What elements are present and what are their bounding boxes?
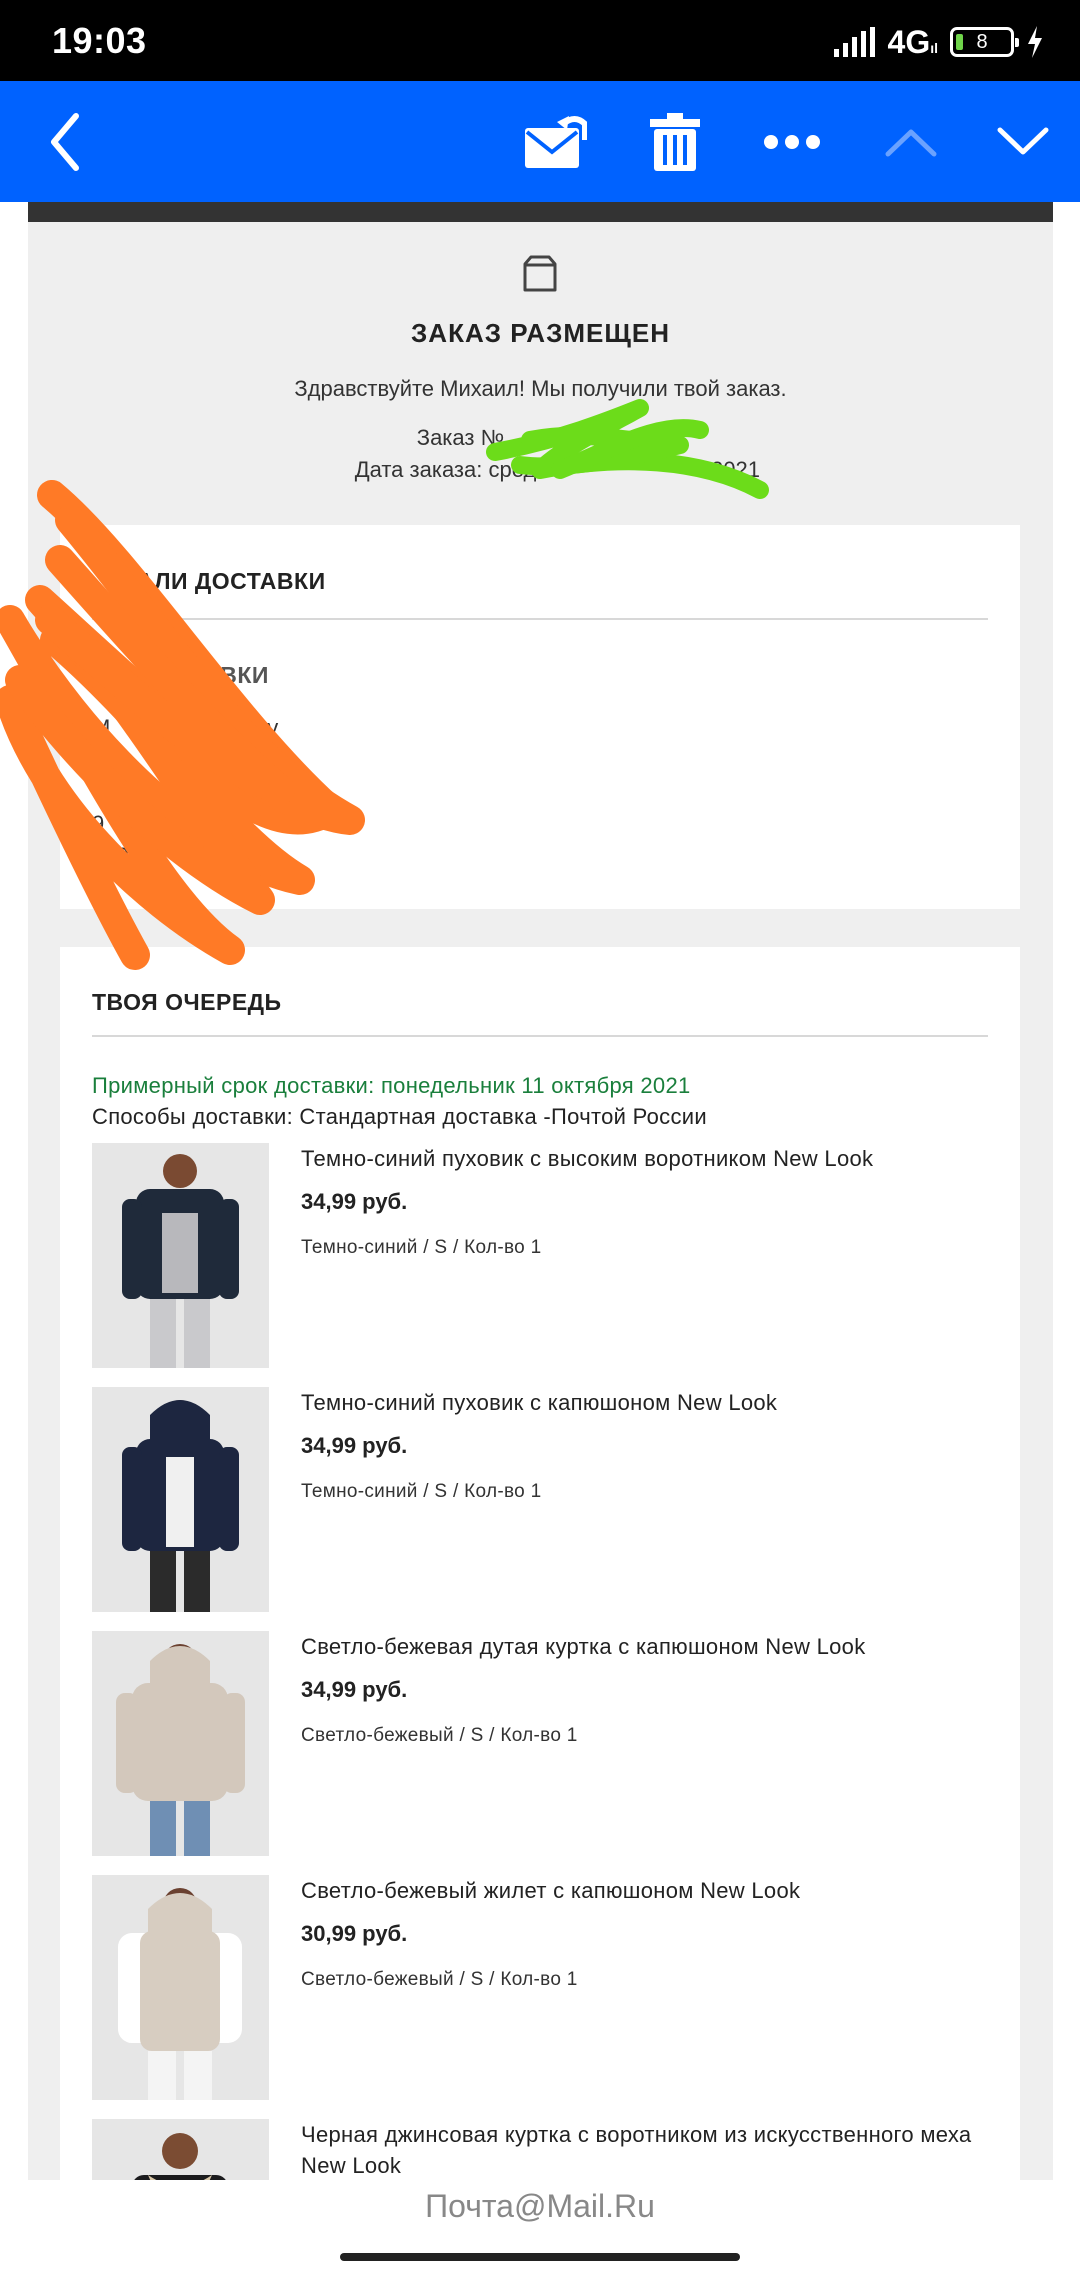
battery-icon: 8 — [950, 27, 1019, 57]
recipient-name-end: ov — [255, 715, 279, 740]
product-name[interactable]: Светло-бежевая дутая куртка с капюшоном … — [301, 1631, 991, 1662]
package-icon — [523, 255, 557, 292]
product-price: 34,99 руб. — [301, 1433, 408, 1458]
address-line: 9 — [92, 811, 105, 836]
product-price: 34,99 руб. — [301, 1677, 408, 1702]
more-dots-icon — [764, 134, 820, 149]
back-button[interactable] — [30, 81, 100, 202]
product-name[interactable]: Черная джинсовая куртка с воротником из … — [301, 2119, 991, 2180]
status-time: 19:03 — [52, 20, 147, 61]
delete-button[interactable] — [635, 81, 715, 202]
delivery-subtitle: ТАВКИ — [190, 662, 269, 688]
network-type: 4Gıl — [887, 23, 938, 60]
product-image — [92, 1875, 269, 2100]
order-items-card: ТВОЯ ОЧЕРЕДЬ Примерный срок доставки: по… — [60, 947, 1020, 2180]
mail-brand-footer: Почта@Mail.Ru — [425, 2188, 655, 2224]
address-line: 3 — [220, 779, 233, 804]
delivery-details-card: ЕТАЛИ ДОСТАВКИ ТАВКИ M ov t. 3 9 980 — [60, 525, 1020, 909]
order-item[interactable]: Светло-бежевый жилет с капюшоном New Loo… — [92, 1875, 988, 2100]
order-date-year: 2021 — [711, 457, 760, 482]
product-name[interactable]: Темно-синий пуховик с высоким воротником… — [301, 1143, 991, 1174]
product-meta: Темно-синий / S / Кол-во 1 — [301, 1481, 542, 1502]
more-button[interactable] — [752, 81, 832, 202]
recipient-name: M — [92, 715, 111, 740]
product-name[interactable]: Светло-бежевый жилет с капюшоном New Loo… — [301, 1875, 991, 1906]
order-number: Заказ № — [416, 425, 505, 450]
order-item[interactable]: Темно-синий пуховик с высоким воротником… — [92, 1143, 988, 1368]
delivery-card-title: ЕТАЛИ ДОСТАВКИ — [108, 568, 326, 594]
order-item[interactable]: Темно-синий пуховик с капюшоном New Look… — [92, 1387, 988, 1612]
next-mail-button[interactable] — [980, 81, 1066, 202]
divider — [92, 618, 988, 620]
order-title: ЗАКАЗ РАЗМЕЩЕН — [411, 318, 670, 348]
divider — [92, 1035, 988, 1037]
product-image — [92, 2119, 269, 2180]
delivery-estimate: Примерный срок доставки: понедельник 11 … — [92, 1073, 691, 1098]
product-meta: Светло-бежевый / S / Кол-во 1 — [301, 1725, 578, 1746]
chevron-down-icon — [997, 127, 1049, 154]
phone-line: 980 — [92, 843, 129, 868]
order-item[interactable]: Светло-бежевая дутая куртка с капюшоном … — [92, 1631, 988, 1856]
mail-toolbar — [0, 81, 1080, 202]
product-image — [92, 1631, 269, 1856]
product-meta: Темно-синий / S / Кол-во 1 — [301, 1237, 542, 1258]
product-image — [92, 1387, 269, 1612]
delivery-method: Способы доставки: Стандартная доставка -… — [92, 1104, 707, 1129]
status-bar: 19:03 4Gıl 8 — [0, 0, 1080, 81]
queue-card-title: ТВОЯ ОЧЕРЕДЬ — [92, 989, 282, 1015]
product-meta: Светло-бежевый / S / Кол-во 1 — [301, 1969, 578, 1990]
previous-mail-button[interactable] — [868, 81, 954, 202]
chevron-up-icon — [885, 129, 937, 156]
email-header-strip — [28, 202, 1053, 222]
product-name[interactable]: Темно-синий пуховик с капюшоном New Look — [301, 1387, 991, 1418]
trash-icon — [650, 112, 700, 171]
product-image — [92, 1143, 269, 1368]
order-item[interactable]: Черная джинсовая куртка с воротником из … — [92, 2119, 988, 2180]
signal-icon — [833, 27, 875, 57]
home-indicator[interactable] — [340, 2253, 740, 2261]
charging-icon — [1028, 26, 1042, 58]
battery-level: 8 — [976, 30, 988, 53]
product-price: 34,99 руб. — [301, 1189, 408, 1214]
address-line: t. — [235, 747, 248, 772]
mail-reply-icon — [525, 115, 587, 168]
email-body: ЗАКАЗ РАЗМЕЩЕН Здравствуйте Михаил! Мы п… — [28, 202, 1053, 2180]
chevron-left-icon — [51, 112, 79, 171]
product-price: 30,99 руб. — [301, 1921, 408, 1946]
reply-button[interactable] — [515, 81, 595, 202]
greeting-text: Здравствуйте Михаил! Мы получили твой за… — [294, 376, 787, 401]
status-indicators: 4Gıl 8 — [833, 22, 1044, 62]
